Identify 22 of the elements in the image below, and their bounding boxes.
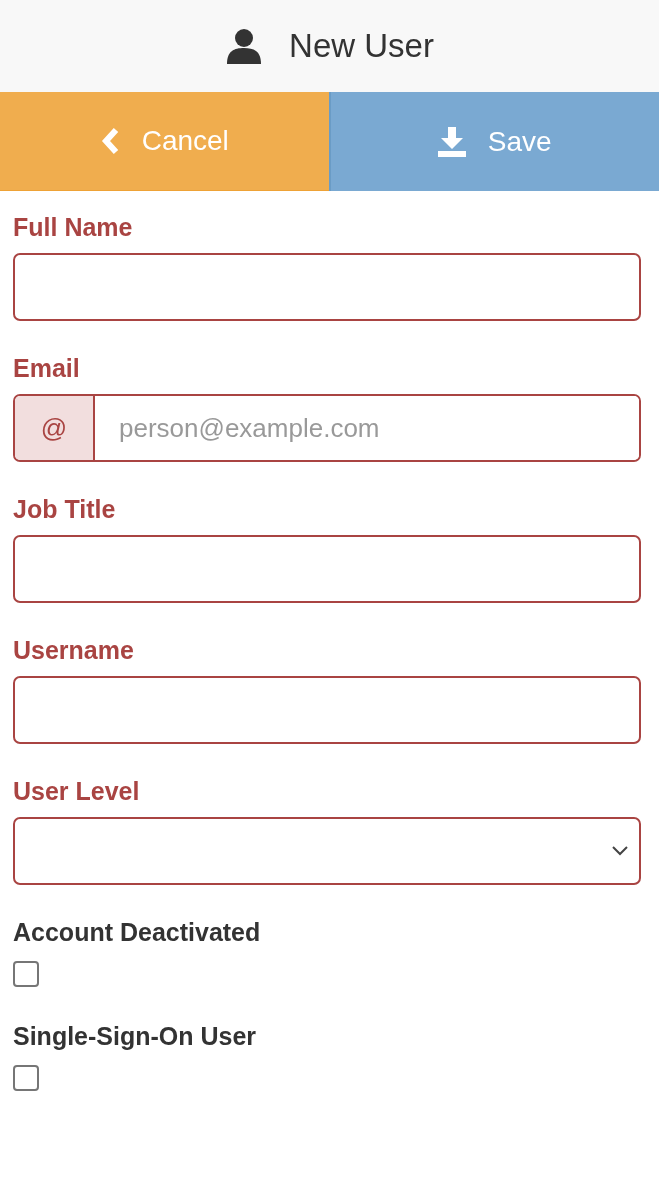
field-label: Full Name	[13, 213, 134, 242]
cancel-button[interactable]: Cancel	[0, 92, 329, 191]
field-label: User Level	[13, 777, 141, 806]
input-field[interactable]	[13, 535, 641, 603]
checkbox-label: Single-Sign-On User	[13, 1022, 258, 1051]
field-label: Username	[13, 636, 135, 665]
field-label: Email	[13, 354, 81, 383]
email-field[interactable]: @ person@example.com	[13, 394, 641, 462]
at-sign-addon: @	[15, 396, 95, 460]
page-title: New User	[289, 27, 434, 65]
checkbox[interactable]	[13, 1065, 39, 1091]
chevron-left-icon	[99, 127, 120, 155]
input-field[interactable]	[13, 676, 641, 744]
input-field[interactable]	[13, 253, 641, 321]
checkbox-label: Account Deactivated	[13, 918, 262, 947]
caret-icon	[611, 845, 629, 857]
user-icon	[225, 27, 264, 65]
checkbox[interactable]	[13, 961, 39, 987]
field-label: Job Title	[13, 495, 117, 524]
save-button[interactable]: Save	[328, 92, 659, 191]
download-icon	[437, 126, 466, 157]
select-field[interactable]	[13, 817, 641, 885]
